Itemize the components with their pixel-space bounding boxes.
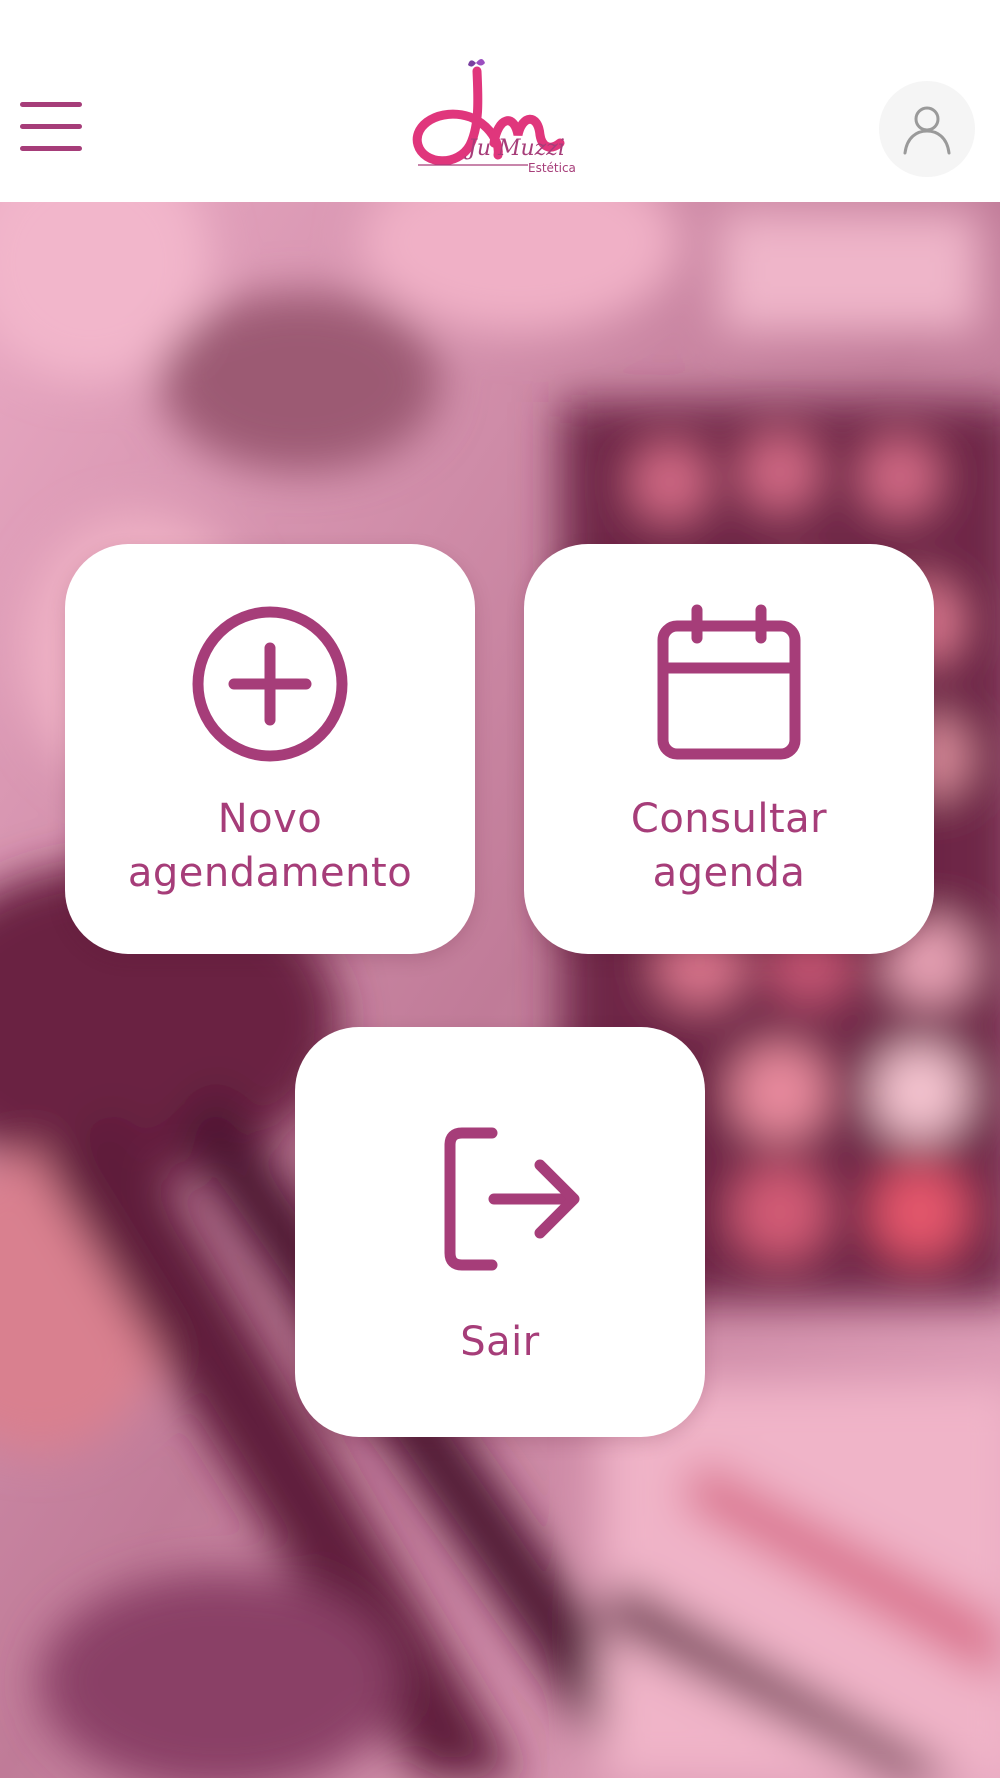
user-avatar-button[interactable]: [879, 81, 975, 177]
brand-logo: Ju Muzzi Estética: [410, 55, 580, 180]
hamburger-menu-icon[interactable]: [20, 100, 82, 154]
view-schedule-label-line2: agenda: [652, 850, 806, 896]
user-icon: [903, 106, 951, 155]
logout-icon: [420, 1119, 580, 1279]
new-appointment-button[interactable]: Novo agendamento: [65, 544, 475, 954]
plus-circle-icon: [190, 604, 350, 764]
calendar-icon: [649, 604, 809, 764]
app-header: Ju Muzzi Estética: [0, 0, 1000, 202]
svg-text:Estética: Estética: [528, 161, 576, 175]
svg-text:Ju Muzzi: Ju Muzzi: [464, 136, 565, 161]
logout-button[interactable]: Sair: [295, 1027, 705, 1437]
background-image: [0, 202, 1000, 1778]
new-appointment-label-line2: agendamento: [127, 850, 413, 896]
logout-label: Sair: [460, 1319, 540, 1365]
app-screen: Ju Muzzi Estética Novo agendamento Consu…: [0, 0, 1000, 1778]
new-appointment-label: Novo agendamento: [128, 792, 412, 900]
view-schedule-label: Consultar agenda: [631, 792, 827, 900]
makeup-background-image: [0, 202, 1000, 1778]
view-schedule-label-line1: Consultar: [630, 796, 828, 842]
view-schedule-button[interactable]: Consultar agenda: [524, 544, 934, 954]
new-appointment-label-line1: Novo: [217, 796, 323, 842]
